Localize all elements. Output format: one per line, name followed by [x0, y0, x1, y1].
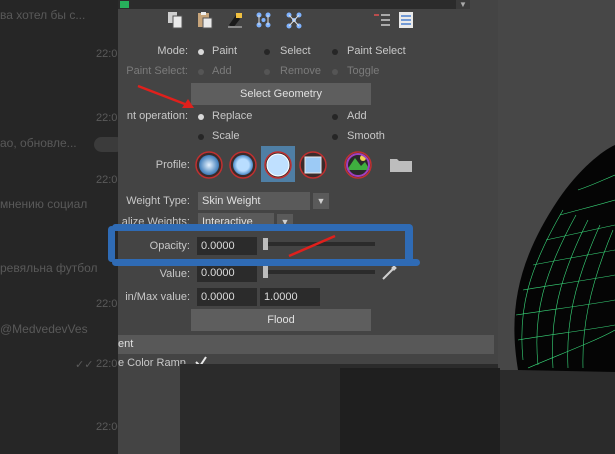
- chat-time: 22:0: [96, 48, 118, 60]
- blue-box-annotation-top: [112, 224, 412, 231]
- progress-bar: [118, 0, 470, 9]
- chat-message: ва хотел бы с...: [0, 8, 86, 22]
- eyedropper-icon[interactable]: [380, 264, 398, 282]
- weight-type-label: Weight Type:: [126, 195, 190, 207]
- opacity-label: Opacity:: [149, 240, 190, 252]
- use-color-ramp-label: e Color Ramp: [118, 357, 186, 369]
- section-title: ent: [118, 338, 134, 350]
- chat-message: @MedvedevVes: [0, 322, 88, 336]
- folder-icon[interactable]: [386, 150, 416, 180]
- paint-select-toggle-label[interactable]: Toggle: [347, 65, 379, 77]
- chat-time: 22:0: [96, 112, 118, 124]
- mode-paint-label[interactable]: Paint: [212, 45, 237, 57]
- blue-box-annotation-left: [108, 226, 115, 262]
- wireframe-mesh: [514, 145, 615, 372]
- chat-message: ао, обновле...: [0, 136, 77, 150]
- joint-tree-icon[interactable]: [284, 11, 304, 29]
- weight-type-dropdown[interactable]: Skin Weight: [198, 192, 310, 210]
- double-check-icon: ✓✓: [75, 359, 94, 371]
- max-value-field[interactable]: 1.0000: [260, 288, 320, 306]
- viewport-shadow-area: [340, 368, 500, 454]
- flood-button[interactable]: Flood: [191, 309, 371, 331]
- operation-add-label[interactable]: Add: [347, 110, 367, 122]
- soft-brush-icon[interactable]: [228, 150, 258, 180]
- chat-message: ревяльна футбол: [0, 261, 98, 275]
- paint-select-remove-radio[interactable]: [264, 69, 270, 75]
- paint-select-toggle-radio[interactable]: [332, 69, 338, 75]
- mode-select-label[interactable]: Select: [280, 45, 311, 57]
- chat-message: мнению социал: [0, 197, 88, 211]
- red-line-annotation: [288, 234, 336, 258]
- gaussian-brush-icon[interactable]: [194, 150, 224, 180]
- paint-select-remove-label[interactable]: Remove: [280, 65, 321, 77]
- chevron-down-icon[interactable]: ▼: [313, 193, 329, 209]
- solid-brush-icon[interactable]: [263, 150, 293, 180]
- joint-grid-icon[interactable]: [254, 11, 274, 29]
- min-max-label: in/Max value:: [125, 291, 190, 303]
- red-arrow-annotation: [137, 84, 194, 108]
- mode-paint-radio[interactable]: [198, 49, 204, 55]
- chat-time: 22:0: [96, 174, 118, 186]
- mode-select-radio[interactable]: [264, 49, 270, 55]
- select-geometry-button[interactable]: Select Geometry: [191, 83, 371, 105]
- list-icon[interactable]: [396, 11, 416, 29]
- operation-add-radio[interactable]: [332, 114, 338, 120]
- operation-scale-label[interactable]: Scale: [212, 130, 240, 142]
- copy-settings-icon[interactable]: [166, 11, 186, 29]
- square-brush-icon[interactable]: [298, 150, 328, 180]
- paste-settings-icon[interactable]: [195, 11, 215, 29]
- value-field[interactable]: 0.0000: [197, 264, 257, 282]
- value-slider[interactable]: [263, 270, 375, 274]
- operation-replace-label[interactable]: Replace: [212, 110, 252, 122]
- blue-box-annotation-bottom: [112, 259, 420, 266]
- chat-time: 22:0: [96, 358, 118, 370]
- blue-box-annotation-right: [405, 224, 413, 264]
- opacity-slider-handle[interactable]: [263, 238, 268, 250]
- paint-select-label: Paint Select:: [126, 65, 188, 77]
- value-label: Value:: [159, 268, 190, 280]
- mode-paint-select-label[interactable]: Paint Select: [347, 45, 406, 57]
- opacity-field[interactable]: 0.0000: [197, 237, 257, 255]
- reset-tool-icon[interactable]: [226, 11, 246, 29]
- mode-label: Mode:: [157, 45, 188, 57]
- mode-paint-select-radio[interactable]: [332, 49, 338, 55]
- profile-label: Profile:: [155, 159, 190, 171]
- list-sort-icon[interactable]: [372, 11, 392, 29]
- operation-smooth-label[interactable]: Smooth: [347, 130, 385, 142]
- image-brush-icon[interactable]: [343, 150, 373, 180]
- scroll-down-arrow-icon[interactable]: ▼: [456, 0, 470, 9]
- background-chat-window: ва хотел бы с... 22:0 22:0 ао, обновле..…: [0, 0, 122, 454]
- min-value-field[interactable]: 0.0000: [197, 288, 257, 306]
- paint-select-add-radio[interactable]: [198, 69, 204, 75]
- gradient-section-header[interactable]: ent: [118, 335, 494, 354]
- value-slider-handle[interactable]: [263, 266, 268, 278]
- chat-time: 22:0: [96, 298, 118, 310]
- progress-fill: [120, 1, 129, 8]
- operation-smooth-radio[interactable]: [332, 134, 338, 140]
- operation-scale-radio[interactable]: [198, 134, 204, 140]
- paint-select-add-label[interactable]: Add: [212, 65, 232, 77]
